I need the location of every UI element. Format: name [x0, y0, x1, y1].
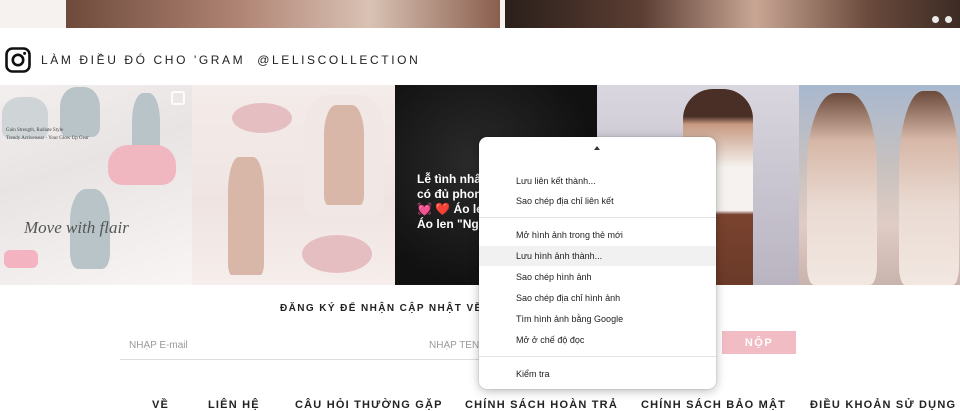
submit-button[interactable]: NỘP	[722, 331, 796, 354]
model-figure	[807, 93, 877, 285]
duffel-bag-image	[108, 145, 176, 185]
menu-item-search-google[interactable]: Tìm hình ảnh bằng Google	[479, 309, 716, 329]
instagram-title-text: LÀM ĐIỀU ĐÓ CHO 'GRAM	[41, 53, 246, 67]
menu-item-copy-link[interactable]: Sao chép địa chỉ liên kết	[479, 191, 716, 211]
tile-text: Gain Strength, Radiate Style	[6, 128, 64, 133]
tile-script-text: Move with flair	[24, 218, 129, 237]
footer-link-faq[interactable]: CÂU HỎI THƯỜNG GẶP	[295, 399, 443, 411]
footer-link-privacy[interactable]: CHÍNH SÁCH BẢO MẬT	[641, 399, 786, 411]
menu-item-inspect[interactable]: Kiểm tra	[479, 364, 716, 384]
hero-banner	[0, 0, 960, 28]
menu-item-copy-image[interactable]: Sao chép hình ảnh	[479, 267, 716, 287]
tile-text: Trendy Activewear - Your Glow Up Gear	[6, 136, 89, 141]
gallery-tile-2[interactable]	[192, 85, 395, 285]
carousel-dots	[932, 16, 952, 23]
instagram-handle-link[interactable]: @LELISCOLLECTION	[257, 53, 420, 67]
bow-decoration	[302, 235, 372, 273]
instagram-icon[interactable]	[5, 47, 31, 73]
model-figure	[228, 157, 264, 275]
menu-separator	[479, 217, 716, 218]
menu-item-open-image-new-tab[interactable]: Mở hình ảnh trong thẻ mới	[479, 225, 716, 245]
menu-item-reader-mode[interactable]: Mở ở chế độ đọc	[479, 330, 716, 350]
bow-decoration	[232, 103, 292, 133]
gallery-tile-5[interactable]	[799, 85, 960, 285]
model-figure	[324, 105, 364, 205]
carousel-dot-icon[interactable]	[932, 16, 939, 23]
gallery-tile-1[interactable]: Gain Strength, Radiate Style Trendy Acti…	[0, 85, 192, 285]
footer-link-returns[interactable]: CHÍNH SÁCH HOÀN TRẢ	[465, 399, 618, 411]
menu-item-save-link[interactable]: Lưu liên kết thành...	[479, 171, 716, 191]
hero-image-right	[505, 0, 960, 28]
dumbbell-image	[4, 250, 38, 268]
multi-image-icon	[171, 91, 185, 105]
menu-item-copy-image-address[interactable]: Sao chép địa chỉ hình ảnh	[479, 288, 716, 308]
hero-image-left	[66, 0, 500, 28]
footer-link-terms[interactable]: ĐIỀU KHOẢN SỬ DỤNG	[810, 399, 956, 411]
instagram-heading: LÀM ĐIỀU ĐÓ CHO 'GRAM @LELISCOLLECTION	[5, 46, 420, 74]
footer-link-contact[interactable]: LIÊN HỆ	[208, 399, 260, 411]
instagram-title: LÀM ĐIỀU ĐÓ CHO 'GRAM @LELISCOLLECTION	[41, 53, 420, 67]
footer-link-about[interactable]: VỀ	[152, 399, 169, 411]
model-figure	[60, 87, 100, 137]
menu-item-save-image[interactable]: Lưu hình ảnh thành...	[479, 246, 716, 266]
footer-nav: VỀ LIÊN HỆ CÂU HỎI THƯỜNG GẶP CHÍNH SÁCH…	[0, 399, 960, 411]
model-figure	[899, 91, 959, 285]
newsletter-title: ĐĂNG KÝ ĐỂ NHẬN CẬP NHẬT VỀ TIN	[280, 303, 508, 314]
email-field[interactable]	[120, 332, 420, 360]
context-menu: Lưu liên kết thành... Sao chép địa chỉ l…	[479, 137, 716, 389]
caret-up-icon	[594, 146, 600, 150]
menu-separator	[479, 356, 716, 357]
carousel-dot-icon[interactable]	[945, 16, 952, 23]
